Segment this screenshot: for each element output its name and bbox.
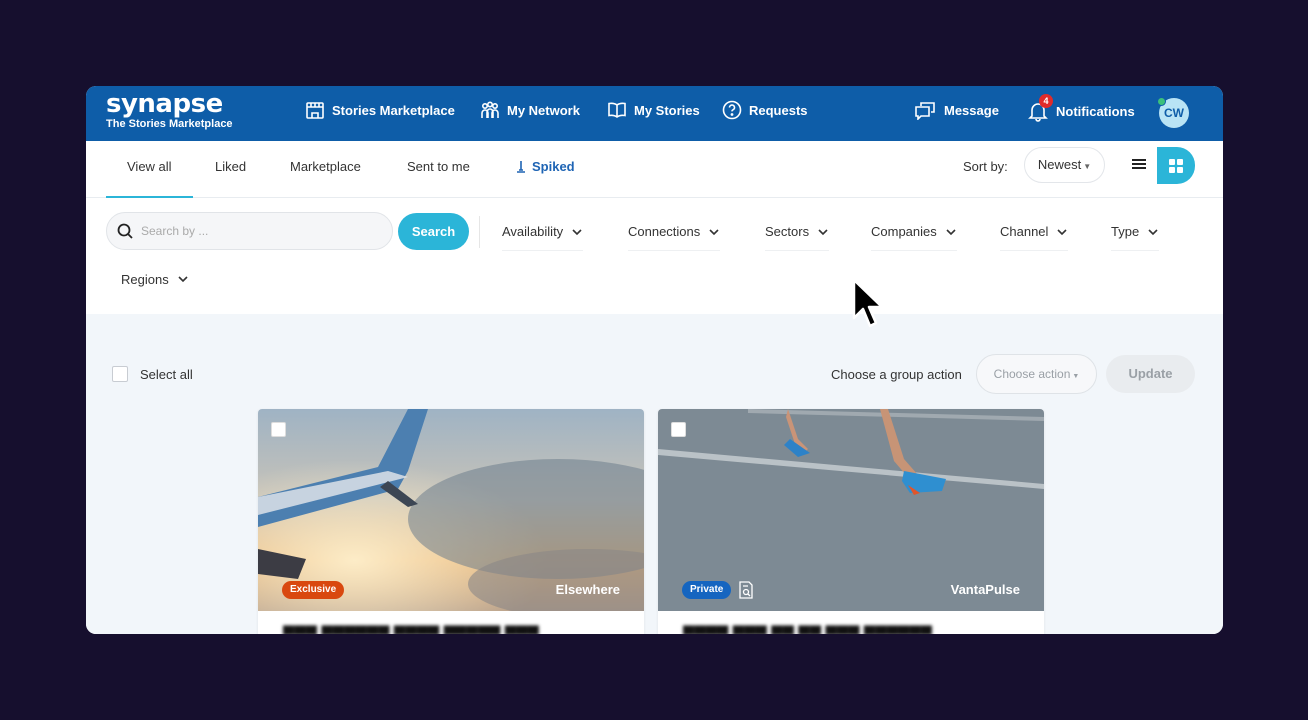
chevron-down-icon bbox=[946, 228, 956, 235]
notification-bell: 4 bbox=[1027, 94, 1053, 122]
sort-value: Newest bbox=[1037, 157, 1082, 172]
tab-liked[interactable]: Liked bbox=[215, 159, 246, 174]
nav-label: Message bbox=[944, 102, 999, 118]
nav-label: Stories Marketplace bbox=[332, 102, 455, 118]
nav-stories-marketplace[interactable]: Stories Marketplace bbox=[305, 100, 455, 120]
brand-name: synapse bbox=[106, 89, 223, 119]
story-image: Exclusive Elsewhere bbox=[258, 409, 644, 611]
nav-message[interactable]: Message bbox=[913, 100, 999, 120]
filter-channel[interactable]: Channel bbox=[1000, 213, 1069, 251]
choose-action-value: Choose action bbox=[993, 367, 1071, 381]
filter-type[interactable]: Type bbox=[1111, 213, 1160, 251]
grid-view-button[interactable] bbox=[1157, 147, 1195, 184]
avatar-initials: CW bbox=[1164, 106, 1184, 120]
select-all-label: Select all bbox=[140, 366, 193, 382]
filter-label: Companies bbox=[871, 224, 937, 239]
story-card[interactable]: Exclusive Elsewhere ▀▀▀ ▀▀▀▀▀▀ ▀▀▀▀ ▀▀▀▀… bbox=[258, 409, 644, 634]
chevron-down-icon bbox=[1148, 228, 1158, 235]
tabs-bar: View all Liked Marketplace Sent to me Sp… bbox=[86, 141, 1223, 198]
nav-label: My Network bbox=[507, 102, 580, 118]
chat-bubbles-icon bbox=[915, 102, 935, 120]
card-checkbox[interactable] bbox=[671, 422, 686, 437]
filter-label: Type bbox=[1111, 224, 1140, 239]
story-title-blurred: ▀▀▀ ▀▀▀▀▀▀ ▀▀▀▀ ▀▀▀▀▀ ▀▀▀ bbox=[283, 627, 539, 634]
brand-logo[interactable]: synapse The Stories Marketplace bbox=[106, 90, 233, 130]
nav-label: Requests bbox=[749, 102, 808, 118]
brand-tagline: The Stories Marketplace bbox=[106, 118, 233, 130]
tab-view-all[interactable]: View all bbox=[106, 159, 192, 198]
filter-label: Channel bbox=[1000, 224, 1049, 239]
chevron-down-icon bbox=[178, 276, 188, 283]
tab-label: Spiked bbox=[532, 159, 575, 174]
online-status-dot bbox=[1157, 97, 1166, 106]
nav-my-stories[interactable]: My Stories bbox=[607, 100, 700, 120]
story-title-blurred: ▀▀▀▀ ▀▀▀ ▀▀ ▀▀ ▀▀▀ ▀▀▀▀▀▀ bbox=[683, 627, 932, 634]
list-view-button[interactable] bbox=[1126, 151, 1152, 177]
grid-icon bbox=[1169, 158, 1183, 173]
filter-label: Availability bbox=[502, 224, 564, 239]
stories-content: Select all Choose a group action Choose … bbox=[86, 314, 1223, 634]
sort-label: Sort by: bbox=[963, 159, 1008, 174]
divider bbox=[479, 216, 480, 248]
question-circle-icon bbox=[722, 100, 742, 120]
user-avatar[interactable]: CW bbox=[1157, 97, 1189, 128]
nav-requests[interactable]: Requests bbox=[722, 100, 808, 120]
filter-label: Regions bbox=[121, 271, 169, 287]
tab-sent-to-me[interactable]: Sent to me bbox=[407, 159, 470, 174]
badge-private: Private bbox=[682, 581, 732, 599]
choose-action-dropdown[interactable]: Choose action ▼ bbox=[976, 354, 1097, 394]
chevron-down-icon bbox=[709, 228, 719, 235]
search-icon bbox=[117, 223, 133, 239]
filter-sectors[interactable]: Sectors bbox=[765, 213, 830, 251]
app-window: synapse The Stories Marketplace Stories … bbox=[86, 86, 1223, 634]
mouse-cursor-icon bbox=[852, 278, 884, 328]
filter-label: Sectors bbox=[765, 224, 810, 239]
sort-dropdown[interactable]: Newest ▼ bbox=[1024, 147, 1105, 183]
open-book-icon bbox=[608, 102, 626, 118]
tab-marketplace[interactable]: Marketplace bbox=[290, 159, 361, 174]
filter-regions[interactable]: Regions bbox=[121, 260, 189, 298]
chevron-down-icon bbox=[1057, 228, 1068, 235]
select-all[interactable]: Select all bbox=[112, 366, 193, 382]
story-image: Private VantaPulse bbox=[658, 409, 1044, 611]
storefront-icon bbox=[306, 102, 324, 119]
filter-availability[interactable]: Availability bbox=[502, 213, 584, 251]
nav-label: Notifications bbox=[1056, 103, 1135, 119]
nav-notifications[interactable]: 4 Notifications bbox=[1027, 94, 1135, 122]
filter-bar: Search Availability Connections Sectors … bbox=[86, 199, 1223, 314]
search-button[interactable]: Search bbox=[398, 213, 469, 250]
story-source: VantaPulse bbox=[950, 582, 1020, 597]
notification-badge: 4 bbox=[1039, 94, 1053, 108]
chevron-down-icon bbox=[572, 228, 582, 235]
nav-my-network[interactable]: My Network bbox=[480, 100, 580, 120]
group-action-label: Choose a group action bbox=[831, 367, 962, 382]
top-navigation: synapse The Stories Marketplace Stories … bbox=[86, 86, 1223, 141]
chevron-down-icon bbox=[818, 228, 828, 235]
filter-connections[interactable]: Connections bbox=[628, 213, 721, 251]
document-search-icon bbox=[739, 581, 753, 599]
list-icon bbox=[1132, 159, 1146, 169]
caret-down-icon: ▼ bbox=[1083, 162, 1092, 171]
story-card[interactable]: Private VantaPulse ▀▀▀▀ ▀▀▀ ▀▀ ▀▀ ▀▀▀ ▀▀… bbox=[658, 409, 1044, 634]
tab-spiked[interactable]: Spiked bbox=[515, 159, 575, 174]
spike-icon bbox=[517, 161, 525, 173]
select-all-checkbox[interactable] bbox=[112, 366, 128, 382]
search-input[interactable] bbox=[141, 224, 371, 238]
badge-exclusive: Exclusive bbox=[282, 581, 345, 599]
update-button[interactable]: Update bbox=[1106, 355, 1195, 393]
card-checkbox[interactable] bbox=[271, 422, 286, 437]
search-box bbox=[106, 212, 393, 250]
nav-label: My Stories bbox=[634, 102, 700, 118]
caret-down-icon: ▼ bbox=[1072, 373, 1080, 380]
people-icon bbox=[481, 101, 499, 118]
filter-companies[interactable]: Companies bbox=[871, 213, 957, 251]
story-source: Elsewhere bbox=[555, 582, 620, 597]
filter-label: Connections bbox=[628, 224, 701, 239]
